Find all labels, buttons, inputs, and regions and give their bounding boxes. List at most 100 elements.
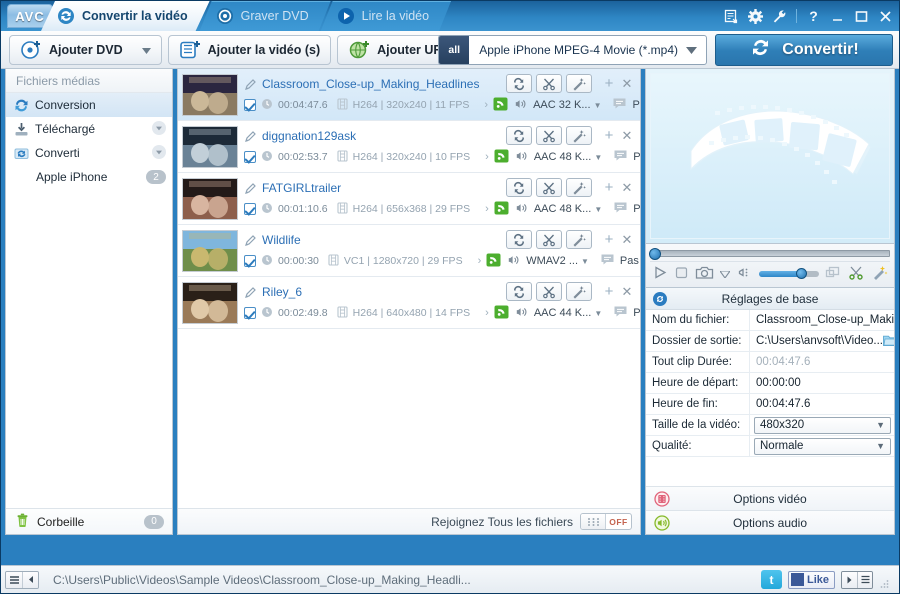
table-row[interactable]: FATGIRLtrailer 00:01:10.6 H264 | 656x368… <box>178 173 640 225</box>
row-effect-button[interactable] <box>566 282 592 301</box>
settings-select[interactable]: Normale ▼ <box>754 437 891 455</box>
stop-button[interactable] <box>674 265 689 283</box>
menu-icon[interactable] <box>6 571 22 588</box>
table-row[interactable]: diggnation129ask 00:02:53.7 H264 | 320x2… <box>178 121 640 173</box>
audio-stream-icon[interactable] <box>514 149 529 166</box>
file-name[interactable]: Riley_6 <box>262 285 302 299</box>
video-thumbnail[interactable] <box>182 177 238 220</box>
row-effect-button[interactable] <box>566 126 592 145</box>
chevron-down-icon[interactable]: ▼ <box>581 257 589 266</box>
audio-options-button[interactable]: Options audio <box>646 510 894 534</box>
row-add-icon[interactable]: + <box>602 127 616 144</box>
rename-pencil-icon[interactable] <box>244 130 257 143</box>
seek-bar[interactable] <box>649 247 890 260</box>
settings-value-cell[interactable]: 00:04:47.6 <box>750 398 894 410</box>
row-add-icon[interactable]: + <box>602 75 616 92</box>
rename-pencil-icon[interactable] <box>244 234 257 247</box>
play-button[interactable] <box>652 265 668 283</box>
video-stream-icon[interactable] <box>486 253 501 270</box>
row-add-icon[interactable]: + <box>602 179 616 196</box>
volume-slider[interactable] <box>759 267 819 279</box>
add-video-button[interactable]: Ajouter la vidéo (s) <box>167 34 332 65</box>
row-convert-button[interactable] <box>506 282 532 301</box>
row-trim-button[interactable] <box>536 126 562 145</box>
video-thumbnail[interactable] <box>182 73 238 116</box>
facebook-like-button[interactable]: f Like <box>787 570 835 589</box>
tab-convertir-la-video[interactable]: Convertir la vidéo <box>41 1 210 31</box>
audio-stream-icon[interactable] <box>514 201 529 218</box>
chevron-down-icon[interactable]: ▼ <box>594 205 602 214</box>
settings-value-cell[interactable]: Classroom_Close-up_Maki... <box>750 314 894 326</box>
row-convert-button[interactable] <box>506 74 532 93</box>
video-stream-icon[interactable] <box>494 305 509 322</box>
row-remove-icon[interactable]: ✕ <box>620 284 634 300</box>
snapshot-button[interactable] <box>695 265 714 283</box>
audio-stream-icon[interactable] <box>513 97 528 114</box>
join-files-toggle[interactable]: OFF <box>580 513 632 530</box>
tab-lire-la-video[interactable]: Lire la vidéo <box>321 1 451 31</box>
subtitle-select[interactable]: Pas de s... ▼ <box>633 203 640 215</box>
panel-toggle-buttons[interactable] <box>841 570 873 589</box>
chevron-down-icon[interactable]: ▼ <box>876 441 885 451</box>
wrench-icon[interactable] <box>772 9 787 24</box>
seek-track[interactable] <box>649 247 890 260</box>
resize-grip[interactable] <box>879 577 889 588</box>
row-convert-button[interactable] <box>506 230 532 249</box>
video-thumbnail[interactable] <box>182 229 238 272</box>
folder-browse-icon[interactable] <box>883 334 894 349</box>
row-checkbox[interactable] <box>244 203 256 215</box>
video-stream-icon[interactable] <box>494 149 509 166</box>
file-name[interactable]: Classroom_Close-up_Making_Headlines <box>262 77 479 91</box>
list-icon[interactable] <box>724 9 739 24</box>
list-view-icon[interactable] <box>857 571 872 588</box>
row-trim-button[interactable] <box>536 230 562 249</box>
subtitle-select[interactable]: Pas de s... ▼ <box>632 99 640 111</box>
video-stream-icon[interactable] <box>493 97 508 114</box>
collapse-left-icon[interactable] <box>22 571 38 588</box>
row-checkbox[interactable] <box>244 99 256 111</box>
settings-value-cell[interactable]: C:\Users\anvsoft\Video... <box>750 334 894 349</box>
minimize-icon[interactable] <box>830 9 845 24</box>
expand-right-icon[interactable] <box>842 571 857 588</box>
row-add-icon[interactable]: + <box>602 231 616 248</box>
row-remove-icon[interactable]: ✕ <box>620 180 634 196</box>
help-icon[interactable]: ? <box>806 8 821 24</box>
fullscreen-button[interactable] <box>825 265 842 283</box>
add-dvd-button[interactable]: Ajouter DVD <box>9 34 162 65</box>
row-convert-button[interactable] <box>506 178 532 197</box>
row-trim-button[interactable] <box>536 178 562 197</box>
gear-icon[interactable] <box>748 8 763 24</box>
expand-chevron-icon[interactable]: › <box>485 151 489 163</box>
sidebar-item-conversion[interactable]: Conversion <box>6 93 172 117</box>
settings-value-cell[interactable]: 00:00:00 <box>750 377 894 389</box>
row-checkbox[interactable] <box>244 307 256 319</box>
audio-track-select[interactable]: AAC 44 K... ▼ <box>534 307 602 319</box>
rename-pencil-icon[interactable] <box>244 182 257 195</box>
scissors-icon[interactable] <box>848 265 865 283</box>
maximize-icon[interactable] <box>854 9 869 24</box>
table-row[interactable]: Classroom_Close-up_Making_Headlines 00:0… <box>178 69 640 121</box>
subtitle-select[interactable]: Pas de s... ▼ <box>633 151 640 163</box>
table-row[interactable]: Wildlife 00:00:30 VC1 | 1280x720 | 29 FP… <box>178 225 640 277</box>
expand-chevron-icon[interactable]: › <box>484 99 488 111</box>
snapshot-menu-icon[interactable] <box>718 267 732 281</box>
row-effect-button[interactable] <box>566 178 592 197</box>
row-add-icon[interactable]: + <box>602 283 616 300</box>
subtitle-select[interactable]: Pas de s... ▼ <box>633 307 640 319</box>
chevron-down-icon[interactable]: ▼ <box>876 420 885 430</box>
volume-handle[interactable] <box>796 267 807 279</box>
table-row[interactable]: Riley_6 00:02:49.8 H264 | 640x480 | 14 F… <box>178 277 640 329</box>
convert-button[interactable]: Convertir! <box>715 34 893 66</box>
audio-track-select[interactable]: AAC 48 K... ▼ <box>534 203 602 215</box>
chevron-down-icon[interactable] <box>152 120 166 138</box>
chevron-down-icon[interactable] <box>152 144 166 162</box>
row-checkbox[interactable] <box>244 151 256 163</box>
expand-chevron-icon[interactable]: › <box>485 203 489 215</box>
seek-handle[interactable] <box>649 247 661 260</box>
chevron-down-icon[interactable] <box>686 43 706 57</box>
sidebar-item-telecharge[interactable]: Téléchargé <box>6 117 172 141</box>
video-thumbnail[interactable] <box>182 125 238 168</box>
preview-area[interactable] <box>645 69 895 244</box>
row-effect-button[interactable] <box>566 74 592 93</box>
row-remove-icon[interactable]: ✕ <box>620 232 634 248</box>
